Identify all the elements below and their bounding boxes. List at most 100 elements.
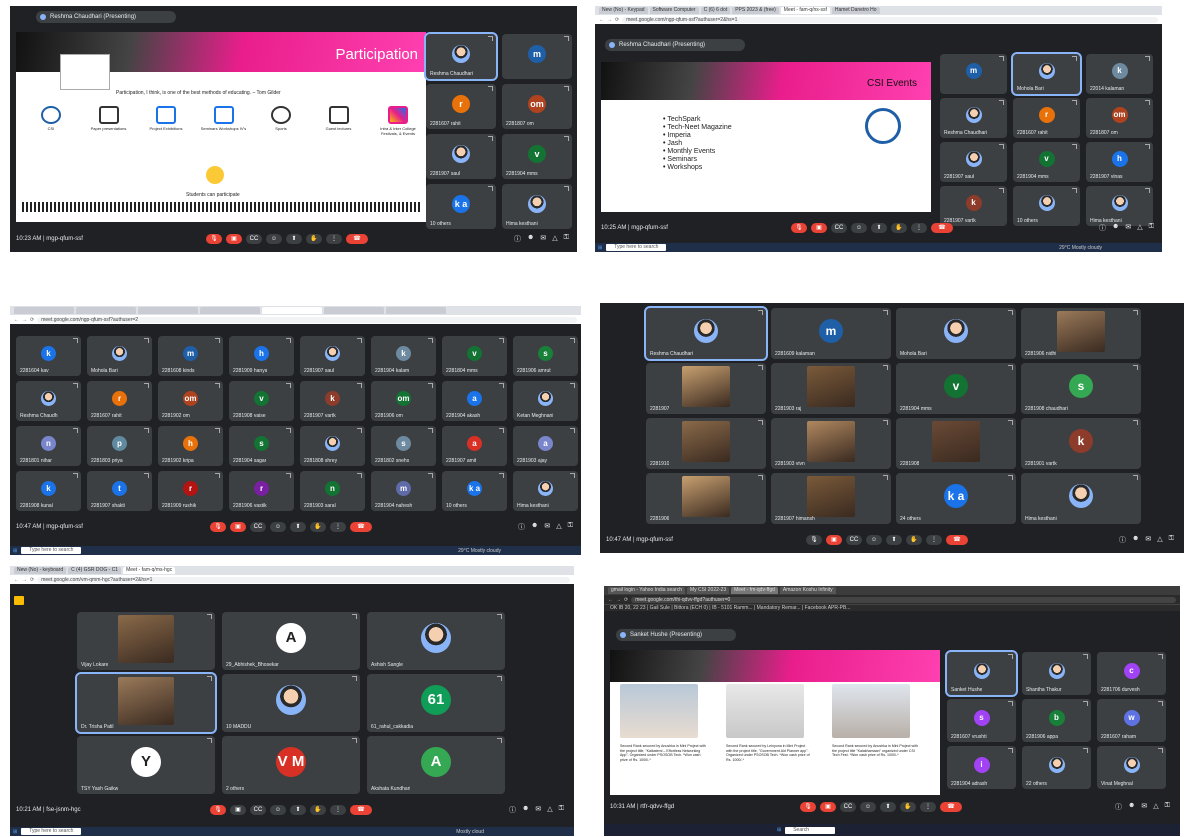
participant-tile[interactable]: h 2281902 kripa xyxy=(158,426,223,466)
tile-menu-icon[interactable] xyxy=(286,338,291,343)
present-button[interactable]: ⬆ xyxy=(886,535,902,545)
participant-tile[interactable]: A Akshata Kundhari xyxy=(367,736,505,794)
participant-tile[interactable]: 2281903 raj xyxy=(771,363,891,414)
reload-icon[interactable]: ⟳ xyxy=(615,17,619,23)
tile-menu-icon[interactable] xyxy=(488,136,493,141)
presenting-chip[interactable]: Reshma Chaudhari (Presenting) xyxy=(605,39,745,51)
participant-tile[interactable]: t 2281907 shakti xyxy=(87,471,152,511)
tab[interactable]: PPS 2023 & (free) xyxy=(732,7,779,14)
people-icon[interactable]: ☻ xyxy=(522,805,529,815)
participant-tile[interactable]: b 2281906 appa xyxy=(1022,699,1091,742)
participant-tile[interactable]: v 2281908 vaise xyxy=(229,381,294,421)
tile-menu-icon[interactable] xyxy=(1158,701,1163,706)
tile-menu-icon[interactable] xyxy=(352,738,357,743)
tile-menu-icon[interactable] xyxy=(999,100,1004,105)
people-icon[interactable]: ☻ xyxy=(531,522,538,532)
address-bar[interactable]: meet.google.com/vm-qmm-hgc?authuser=2&hs… xyxy=(37,576,570,583)
participant-tile[interactable]: s 2281908 chaudhari xyxy=(1021,363,1141,414)
participant-tile[interactable]: Y TSY Yash Gaikw xyxy=(77,736,215,794)
participant-tile[interactable]: om 2281807 om xyxy=(502,84,572,129)
emoji-button[interactable]: ☺ xyxy=(866,535,882,545)
windows-icon[interactable]: ⊞ xyxy=(13,548,17,554)
host-icon[interactable]: ⚿ xyxy=(1165,802,1170,812)
participant-tile[interactable]: k 2281908 kunal xyxy=(16,471,81,511)
tile-menu-icon[interactable] xyxy=(1008,310,1013,315)
participant-tile[interactable]: Reshma Chaudh xyxy=(16,381,81,421)
windows-icon[interactable]: ⊞ xyxy=(777,827,781,833)
tile-menu-icon[interactable] xyxy=(570,383,575,388)
tile-menu-icon[interactable] xyxy=(144,338,149,343)
tile-menu-icon[interactable] xyxy=(1133,365,1138,370)
participant-tile[interactable]: om 2281807 om xyxy=(1086,98,1153,138)
presenting-chip[interactable]: Sanket Hushe (Presenting) xyxy=(616,629,736,641)
more-button[interactable]: ⋮ xyxy=(911,223,927,233)
tile-menu-icon[interactable] xyxy=(73,473,78,478)
participant-tile[interactable]: m 2281609 kalaman xyxy=(771,308,891,359)
participant-tile[interactable]: Hima kesthani xyxy=(1021,473,1141,524)
forward-icon[interactable]: → xyxy=(22,577,27,583)
tile-menu-icon[interactable] xyxy=(883,310,888,315)
participant-tile[interactable]: 2281908 xyxy=(896,418,1016,469)
activities-icon[interactable]: △ xyxy=(1153,802,1158,812)
participant-tile[interactable]: Reshma Chaudhari xyxy=(940,98,1007,138)
participant-tile[interactable]: 61 61_rahul_cakkadia xyxy=(367,674,505,732)
address-bar[interactable]: meet.google.com/ngp-qfum-ssf?authuser=2&… xyxy=(622,16,1158,23)
tile-menu-icon[interactable] xyxy=(1072,188,1077,193)
tile-menu-icon[interactable] xyxy=(144,473,149,478)
participant-tile[interactable]: A 29_Abhishek_Bhosekar xyxy=(222,612,360,670)
chat-icon[interactable]: ✉ xyxy=(535,805,541,815)
raise-hand-button[interactable]: ✋ xyxy=(310,805,326,815)
participant-tile[interactable]: 10 MADDU xyxy=(222,674,360,732)
tab[interactable]: Meet - fm-qdv-ffgd xyxy=(731,587,778,594)
tile-menu-icon[interactable] xyxy=(497,614,502,619)
participant-tile[interactable]: p 2281803 priya xyxy=(87,426,152,466)
tile-menu-icon[interactable] xyxy=(1072,56,1077,61)
tile-menu-icon[interactable] xyxy=(1008,701,1013,706)
tile-menu-icon[interactable] xyxy=(497,738,502,743)
tile-menu-icon[interactable] xyxy=(999,56,1004,61)
tile-menu-icon[interactable] xyxy=(570,428,575,433)
more-button[interactable]: ⋮ xyxy=(330,522,346,532)
info-icon[interactable]: ⓘ xyxy=(514,234,521,244)
tile-menu-icon[interactable] xyxy=(758,365,763,370)
participant-tile[interactable]: r 2281607 rahit xyxy=(426,84,496,129)
taskbar-search[interactable]: Type here to search xyxy=(21,828,82,835)
participant-tile[interactable]: m xyxy=(502,34,572,79)
back-icon[interactable]: ← xyxy=(599,17,604,23)
tile-menu-icon[interactable] xyxy=(999,188,1004,193)
tile-menu-icon[interactable] xyxy=(1083,654,1088,659)
host-icon[interactable]: ⚿ xyxy=(564,234,569,244)
host-icon[interactable]: ⚿ xyxy=(1169,535,1174,545)
raise-hand-button[interactable]: ✋ xyxy=(906,535,922,545)
participant-tile[interactable]: k a 24 others xyxy=(896,473,1016,524)
activities-icon[interactable]: △ xyxy=(547,805,552,815)
info-icon[interactable]: ⓘ xyxy=(1099,223,1106,233)
participant-tile[interactable]: r 2281909 rushik xyxy=(158,471,223,511)
tile-menu-icon[interactable] xyxy=(488,186,493,191)
tab[interactable]: New (No) - Keypad xyxy=(599,7,648,14)
tile-menu-icon[interactable] xyxy=(286,428,291,433)
participant-tile[interactable]: v 2281904 mms xyxy=(502,134,572,179)
tab[interactable]: New (No) - keyboard xyxy=(14,567,67,574)
info-icon[interactable]: ⓘ xyxy=(509,805,516,815)
participant-tile[interactable]: Ketan Meghnani xyxy=(513,381,578,421)
tile-menu-icon[interactable] xyxy=(499,428,504,433)
tile-menu-icon[interactable] xyxy=(215,473,220,478)
mic-off-button[interactable]: 🎙 xyxy=(791,223,807,233)
tab[interactable]: My CSI 2022-23 xyxy=(686,587,730,594)
tile-menu-icon[interactable] xyxy=(215,383,220,388)
leave-call-button[interactable]: ☎ xyxy=(946,535,968,545)
participant-tile[interactable]: m 2281608 kinds xyxy=(158,336,223,376)
participant-tile[interactable]: 2281906 xyxy=(646,473,766,524)
participant-tile[interactable]: a 2281907 amit xyxy=(442,426,507,466)
tab[interactable]: Meet - fam-q/ns-ssf xyxy=(780,7,830,14)
captions-button[interactable]: CC xyxy=(246,234,262,244)
tile-menu-icon[interactable] xyxy=(564,36,569,41)
tile-menu-icon[interactable] xyxy=(758,420,763,425)
participant-tile[interactable]: a 2281904 akash xyxy=(442,381,507,421)
tab[interactable]: C (6) 6 dot xyxy=(700,7,731,14)
tab[interactable]: Meet - fam-q/ms-hgc xyxy=(123,567,176,574)
participant-tile[interactable]: 2281907 saul xyxy=(426,134,496,179)
participant-tile[interactable]: 2281906 nidhi xyxy=(1021,308,1141,359)
tile-menu-icon[interactable] xyxy=(352,676,357,681)
